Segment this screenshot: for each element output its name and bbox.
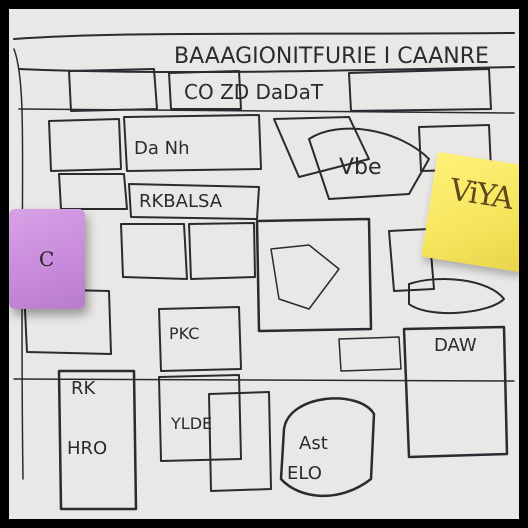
photo-frame: BAAAGIONITFURIE I CAANRE CO ZD DaDaT Da … — [0, 0, 528, 528]
sketch-box-large — [255, 217, 373, 333]
sketch-box — [48, 118, 122, 172]
sketch-box — [58, 173, 128, 210]
bottom-pot-scrawl: ELO — [287, 463, 322, 484]
sketch-box — [120, 223, 188, 280]
sketch-shape — [270, 244, 340, 310]
top-row-scrawl: CO ZD DaDaT — [184, 80, 324, 104]
mid-left-scrawl: Da Nh — [134, 138, 190, 159]
left-box-scrawl: PKC — [169, 324, 199, 343]
bottom-center-scrawl: YLDE — [170, 414, 212, 433]
sketch-box — [348, 68, 492, 112]
right-box-scrawl: DAW — [434, 335, 477, 356]
bottom-left-scrawl-2: HRO — [67, 438, 107, 459]
pink-cube: C — [9, 209, 85, 309]
sketch-shape — [408, 278, 505, 314]
yellow-sticky-note: ViYA — [421, 151, 519, 273]
bottom-left-scrawl-1: RK — [71, 378, 97, 399]
sketch-box — [188, 222, 256, 280]
sketch-box — [68, 68, 158, 112]
whiteboard-sketch: BAAAGIONITFURIE I CAANRE CO ZD DaDaT Da … — [13, 32, 515, 511]
lower-center-scrawl: Ast — [299, 433, 328, 454]
heading-underline-top — [13, 32, 515, 40]
mid-center-scrawl: RKBALSA — [139, 191, 223, 212]
pink-cube-glyph: C — [39, 247, 55, 271]
mid-right-scrawl: Vbe — [339, 155, 382, 180]
whiteboard-photo: BAAAGIONITFURIE I CAANRE CO ZD DaDaT Da … — [9, 9, 519, 519]
sketch-box — [338, 336, 402, 372]
sticky-note-scribble: ViYA — [447, 172, 514, 217]
heading-scrawl: BAAAGIONITFURIE I CAANRE — [174, 44, 489, 69]
